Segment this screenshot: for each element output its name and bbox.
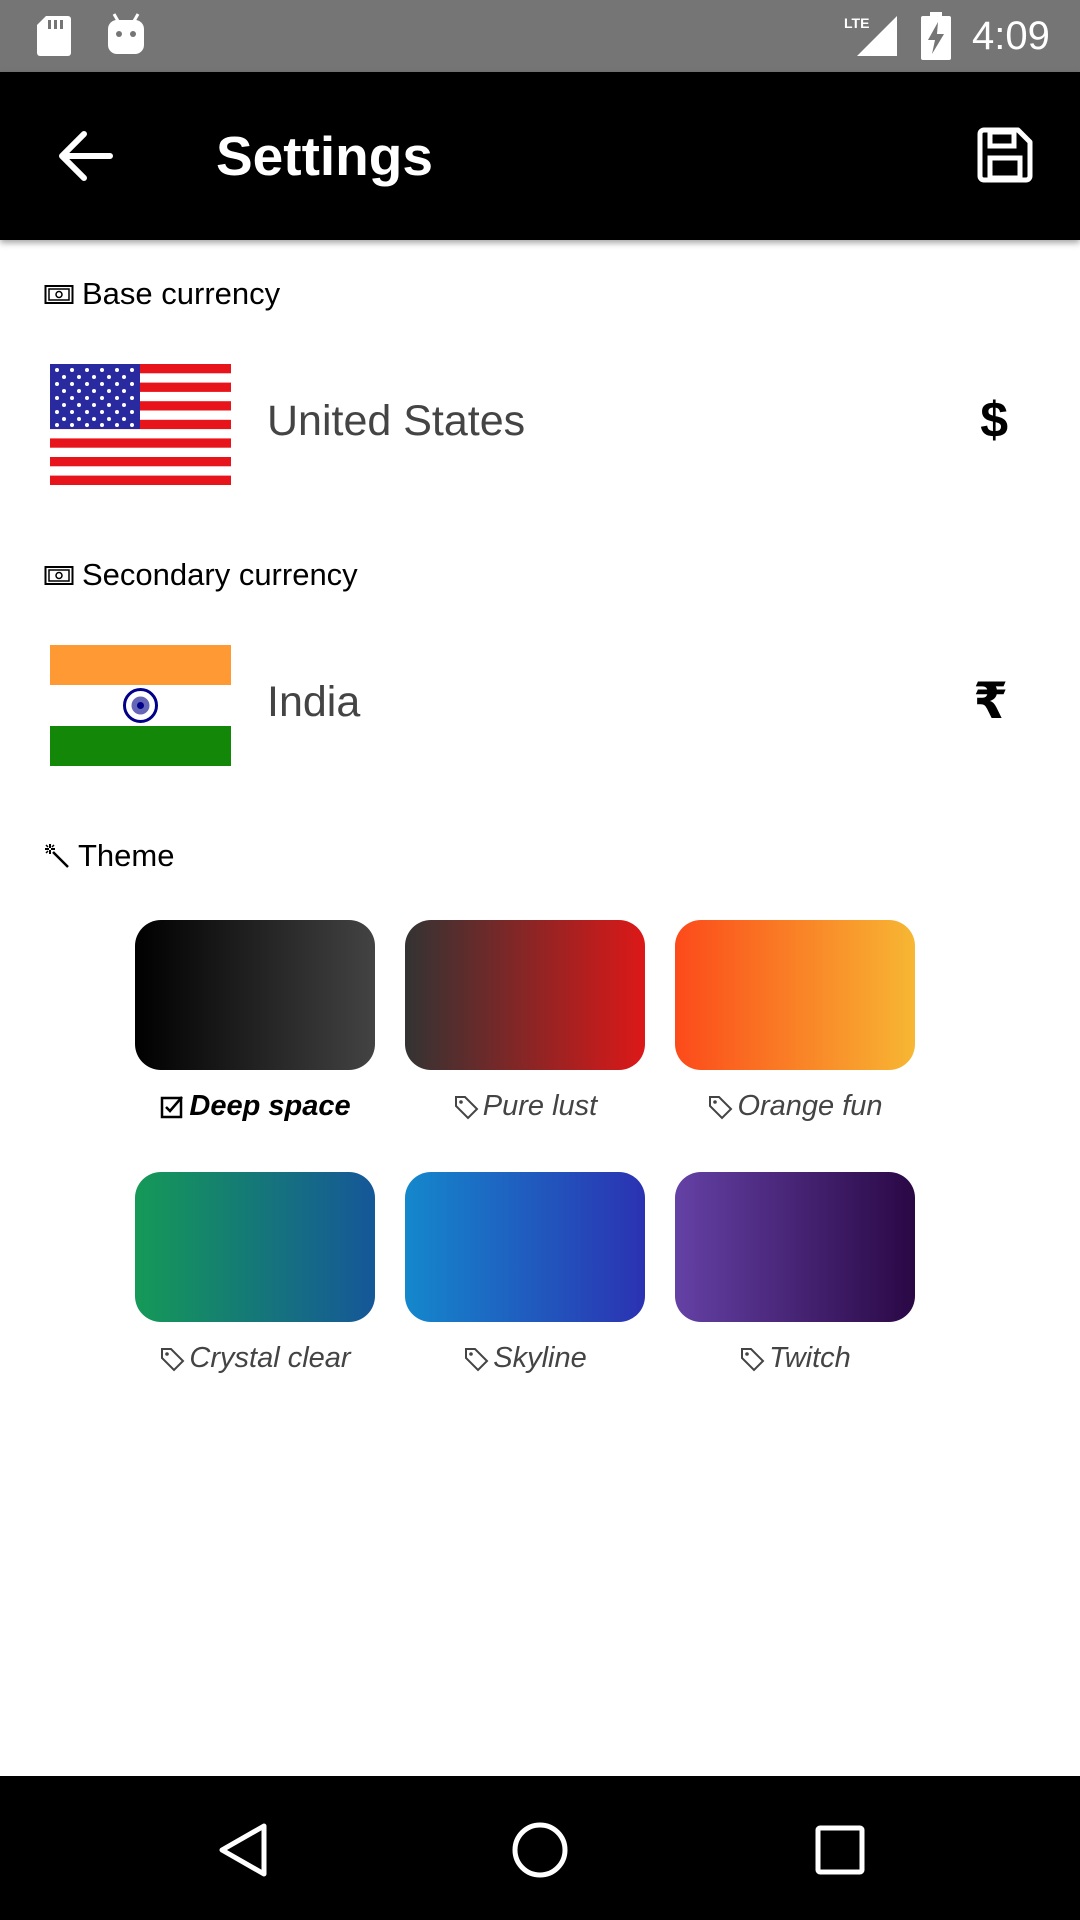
theme-crystal-clear[interactable]: Crystal clear <box>135 1172 375 1375</box>
theme-name: Skyline <box>493 1342 587 1374</box>
theme-item-label: Orange fun <box>675 1090 915 1123</box>
theme-item-label: Pure lust <box>405 1090 645 1123</box>
secondary-currency-title: Secondary currency <box>82 557 358 592</box>
base-currency-title: Base currency <box>82 276 281 311</box>
battery-charging-icon <box>921 12 951 60</box>
base-currency-symbol: $ <box>980 392 1008 448</box>
theme-swatch[interactable] <box>405 920 645 1070</box>
tag-icon <box>741 1347 765 1371</box>
theme-name: Crystal clear <box>189 1342 351 1374</box>
theme-swatch[interactable] <box>675 1172 915 1322</box>
theme-swatch[interactable] <box>405 1172 645 1322</box>
navigation-bar <box>0 1776 1080 1920</box>
secondary-currency-symbol: ₹ <box>973 673 1008 729</box>
theme-label: Theme <box>44 838 174 874</box>
tag-icon <box>709 1095 733 1119</box>
theme-skyline[interactable]: Skyline <box>405 1172 645 1375</box>
theme-name: Twitch <box>769 1342 851 1374</box>
magic-wand-icon <box>45 844 69 868</box>
theme-orange-fun[interactable]: Orange fun <box>675 920 915 1123</box>
tag-icon <box>161 1347 185 1371</box>
recents-square-icon[interactable] <box>810 1820 870 1880</box>
india-flag <box>50 645 231 766</box>
theme-item-label: Skyline <box>405 1342 645 1375</box>
theme-item-label: Crystal clear <box>135 1342 375 1375</box>
arrow-back-icon[interactable] <box>54 128 114 184</box>
base-currency-country: United States <box>267 397 526 445</box>
money-icon <box>44 566 74 585</box>
theme-title: Theme <box>78 838 175 873</box>
theme-name: Deep space <box>189 1090 351 1122</box>
android-icon <box>108 13 144 54</box>
theme-name: Orange fun <box>737 1090 883 1122</box>
tag-icon <box>465 1347 489 1371</box>
status-time: 4:09 <box>972 14 1050 58</box>
money-icon <box>44 285 74 304</box>
base-currency-row[interactable]: United States $ <box>0 356 1080 486</box>
theme-item-label: Deep space <box>135 1090 375 1123</box>
theme-swatch[interactable] <box>675 920 915 1070</box>
network-label: LTE <box>844 15 869 31</box>
status-bar: LTE 4:09 <box>0 0 1080 72</box>
save-icon[interactable] <box>976 126 1034 184</box>
lte-signal-icon: LTE <box>844 15 897 56</box>
secondary-currency-row[interactable]: India ₹ <box>0 637 1080 767</box>
page-title: Settings <box>216 125 433 187</box>
theme-swatch[interactable] <box>135 920 375 1070</box>
tag-icon <box>454 1095 479 1119</box>
app-bar: Settings <box>0 72 1080 240</box>
us-flag <box>50 364 231 485</box>
base-currency-label: Base currency <box>44 276 280 312</box>
secondary-currency-label: Secondary currency <box>44 557 358 593</box>
theme-twitch[interactable]: Twitch <box>675 1172 915 1375</box>
checkbox-checked-icon <box>161 1095 184 1118</box>
home-circle-icon[interactable] <box>510 1820 570 1880</box>
back-triangle-icon[interactable] <box>212 1820 272 1880</box>
secondary-currency-country: India <box>267 678 361 726</box>
theme-deep-space[interactable]: Deep space <box>135 920 375 1123</box>
settings-screen: LTE 4:09 Settings Base currency United S… <box>0 0 1080 1920</box>
theme-item-label: Twitch <box>675 1342 915 1375</box>
theme-pure-lust[interactable]: Pure lust <box>405 920 645 1123</box>
sd-card-icon <box>37 16 71 56</box>
theme-swatch[interactable] <box>135 1172 375 1322</box>
theme-name: Pure lust <box>482 1090 598 1122</box>
